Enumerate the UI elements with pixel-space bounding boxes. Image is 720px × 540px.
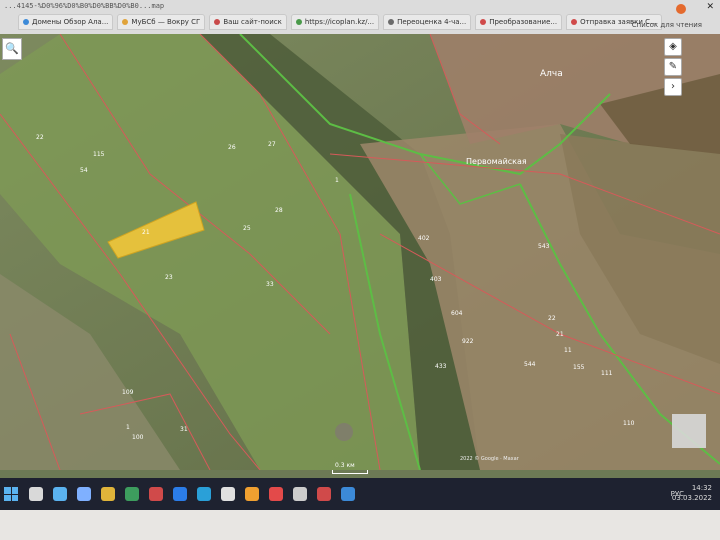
parcel-number-label[interactable]: 1	[126, 424, 130, 431]
taskbar-app-app4-icon[interactable]	[197, 487, 211, 501]
taskbar-app-search-icon[interactable]	[29, 487, 43, 501]
tab-label: Преобразование...	[489, 18, 558, 26]
place-label: Алча	[540, 69, 563, 79]
taskbar: РУС 14:32 03.03.2022	[0, 478, 720, 510]
tab-label: Ваш сайт-поиск	[223, 18, 282, 26]
screen: ...4145-%D0%96%D0%B0%D0%BB%D0%B0...map Д…	[0, 0, 720, 510]
tab-favicon-icon	[23, 19, 29, 25]
taskbar-app-chrome-icon[interactable]	[101, 487, 115, 501]
expand-button[interactable]: ›	[664, 78, 682, 96]
taskbar-app-app7-icon[interactable]	[269, 487, 283, 501]
parcel-number-label[interactable]: 604	[451, 310, 463, 317]
windows-start-icon[interactable]	[4, 487, 18, 501]
taskbar-app-app6-icon[interactable]	[245, 487, 259, 501]
layers-button[interactable]: ◈	[664, 38, 682, 56]
parcel-number-label[interactable]: 100	[132, 434, 144, 441]
parcel-number-label[interactable]: 22	[548, 315, 556, 322]
taskbar-apps	[24, 487, 360, 501]
parcel-number-label[interactable]: 27	[268, 141, 276, 148]
taskbar-app-app9-icon[interactable]	[317, 487, 331, 501]
measure-button[interactable]: ✎	[664, 58, 682, 76]
parcel-number-label[interactable]: 115	[93, 151, 105, 158]
close-icon[interactable]: ✕	[706, 2, 714, 12]
taskbar-app-code-icon[interactable]	[77, 487, 91, 501]
parcel-number-label[interactable]: 155	[573, 364, 585, 371]
tab-label: Домены Обзор Ала...	[32, 18, 109, 26]
parcel-number-label[interactable]: 28	[275, 207, 283, 214]
clock-time: 14:32	[691, 484, 712, 492]
browser-chrome: ...4145-%D0%96%D0%B0%D0%BB%D0%B0...map Д…	[0, 0, 720, 35]
tab-favicon-icon	[295, 19, 302, 25]
satellite-map[interactable]: Алча Первомайская 22 115 54 26 27 25 21 23 33 28 1 4…	[0, 34, 720, 470]
map-overlay-thumbnail	[672, 414, 706, 448]
map-view[interactable]: Алча Первомайская 22 115 54 26 27 25 21 23 33 28 1 4…	[0, 34, 720, 470]
tab-strip: Домены Обзор Ала... МуБСб — Вокру СГ Ваш с…	[18, 14, 662, 30]
parcel-number-label[interactable]: 543	[538, 243, 550, 250]
browser-tab[interactable]: https://icoplan.kz/...	[290, 14, 380, 30]
taskbar-app-app-icon[interactable]	[125, 487, 139, 501]
scale-label: 0.3 км	[335, 462, 355, 469]
parcel-number-label[interactable]: 22	[36, 134, 44, 141]
parcel-number-label[interactable]: 11	[564, 347, 572, 354]
profile-avatar[interactable]	[676, 4, 686, 14]
tab-favicon-icon	[388, 19, 395, 25]
tab-favicon-icon	[480, 19, 487, 25]
reading-list-link[interactable]: Список для чтения	[632, 21, 702, 29]
tab-label: МуБСб — Вокру СГ	[131, 18, 201, 26]
parcel-number-label[interactable]: 402	[418, 235, 430, 242]
tab-favicon-icon	[571, 19, 578, 25]
tab-label: Переоценка 4-ча...	[397, 18, 467, 26]
parcel-number-label[interactable]: 109	[122, 389, 134, 396]
parcel-number-label[interactable]: 25	[243, 225, 251, 232]
parcel-number-label[interactable]: 110	[623, 420, 635, 427]
chevron-right-icon: ›	[671, 81, 675, 92]
search-icon: 🔍	[5, 42, 19, 55]
parcel-number-label[interactable]: 922	[462, 338, 474, 345]
parcel-number-label[interactable]: 403	[430, 276, 442, 283]
tree-marker	[335, 423, 353, 441]
place-label: Первомайская	[466, 157, 527, 166]
map-attribution: 2022 © Google · Maxar	[460, 456, 519, 462]
tab-label: https://icoplan.kz/...	[304, 18, 375, 26]
browser-tab[interactable]: Преобразование...	[475, 14, 563, 30]
parcel-number-label[interactable]: 33	[266, 281, 274, 288]
parcel-number-label[interactable]: 544	[524, 361, 536, 368]
parcel-number-label[interactable]: 26	[228, 144, 236, 151]
taskbar-app-app5-icon[interactable]	[221, 487, 235, 501]
parcel-number-label[interactable]: 21	[142, 229, 150, 236]
map-search-button[interactable]: 🔍	[2, 38, 22, 60]
taskbar-app-app3-icon[interactable]	[173, 487, 187, 501]
browser-tab[interactable]: Переоценка 4-ча...	[383, 14, 472, 30]
parcel-number-label[interactable]: 1	[335, 177, 339, 184]
browser-tab[interactable]: МуБСб — Вокру СГ	[117, 14, 206, 30]
scale-bar	[332, 470, 368, 474]
parcel-number-label[interactable]: 433	[435, 363, 447, 370]
taskbar-app-app10-icon[interactable]	[341, 487, 355, 501]
taskbar-app-app8-icon[interactable]	[293, 487, 307, 501]
pencil-icon: ✎	[668, 61, 678, 72]
taskbar-app-task-view-icon[interactable]	[53, 487, 67, 501]
taskbar-app-app2-icon[interactable]	[149, 487, 163, 501]
parcel-number-label[interactable]: 21	[556, 331, 564, 338]
system-clock[interactable]: 14:32 03.03.2022	[672, 483, 712, 503]
browser-tab[interactable]: Домены Обзор Ала...	[18, 14, 114, 30]
parcel-number-label[interactable]: 54	[80, 167, 88, 174]
layers-icon: ◈	[669, 41, 677, 52]
browser-tab[interactable]: Ваш сайт-поиск	[209, 14, 287, 30]
clock-date: 03.03.2022	[671, 494, 712, 502]
parcel-number-label[interactable]: 23	[165, 274, 173, 281]
parcel-number-label[interactable]: 111	[601, 370, 613, 377]
parcel-number-label[interactable]: 31	[180, 426, 188, 433]
tab-favicon-icon	[122, 19, 129, 25]
tab-favicon-icon	[214, 19, 221, 25]
